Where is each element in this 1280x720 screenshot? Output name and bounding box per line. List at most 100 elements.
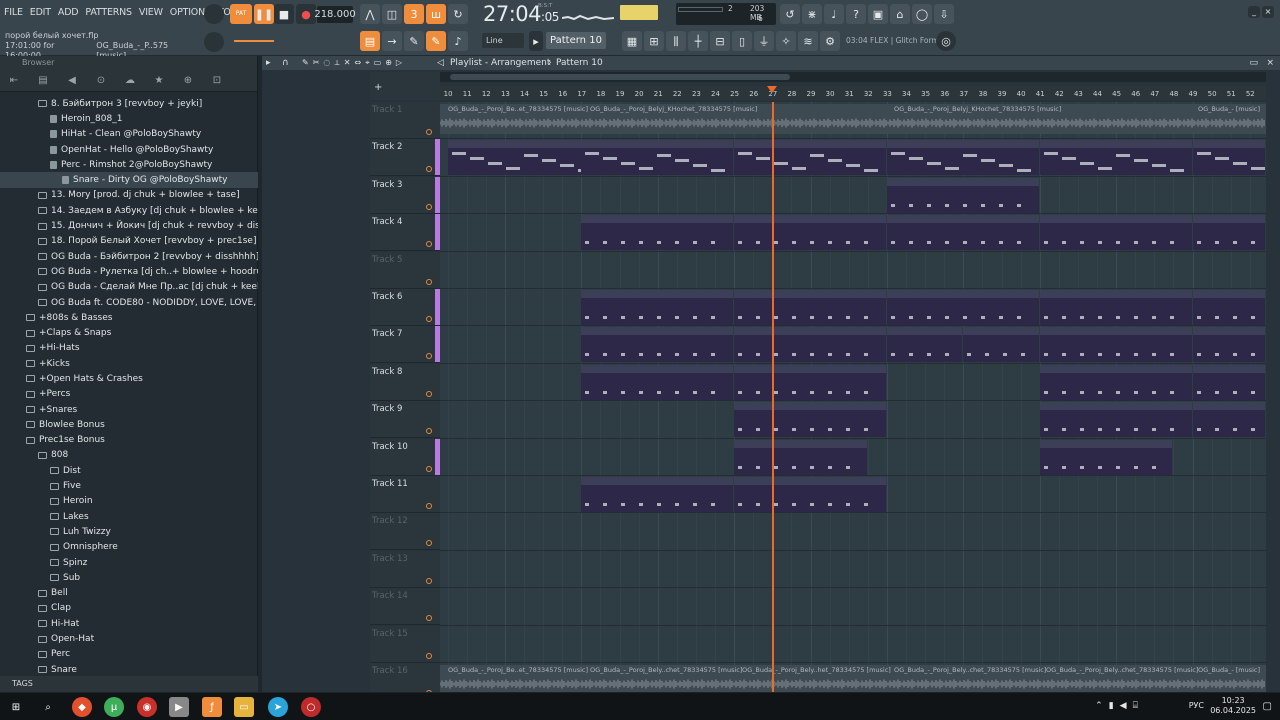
pattern-clip[interactable]: Pattern 3 bbox=[1192, 140, 1265, 176]
browser-item[interactable]: 18. Порой Белый Хочет [revvboy + prec1se… bbox=[0, 234, 258, 249]
fl-studio-icon[interactable]: ƒ bbox=[202, 697, 222, 717]
plug-icon[interactable]: ⏚ bbox=[754, 31, 774, 51]
track-mute-icon[interactable] bbox=[426, 615, 432, 622]
pattern-clip[interactable]: Pattern 10 bbox=[734, 439, 867, 475]
browser-item[interactable]: 808 bbox=[0, 448, 258, 463]
folder-icon[interactable]: ▤ bbox=[33, 75, 53, 86]
timeline-ruler[interactable]: 10 11 12 13 14 15 16 17 18 19 20 21 22 23 24 25 26 27 28 29… bbox=[440, 86, 1266, 100]
browser-item[interactable]: Heroin_808_1 bbox=[0, 111, 258, 126]
pattern-clip[interactable]: Pattern 3 bbox=[734, 140, 886, 176]
pattern-clip[interactable]: Pattern 6 bbox=[1039, 364, 1192, 400]
metronome-icon[interactable]: ⋀ bbox=[360, 4, 380, 24]
browser-item[interactable]: Open-Hat bbox=[0, 631, 258, 646]
speaker-icon[interactable]: ◀ bbox=[62, 75, 82, 86]
browser-item[interactable]: Clap bbox=[0, 601, 258, 616]
step-icon[interactable]: ш bbox=[426, 4, 446, 24]
track-mute-icon[interactable] bbox=[426, 540, 432, 547]
track-mute-icon[interactable] bbox=[426, 278, 432, 285]
browser-item[interactable]: Lakes bbox=[0, 509, 258, 524]
track-mute-icon[interactable] bbox=[426, 503, 432, 509]
audio-clip-row[interactable]: OG_Buda_-_Poroj_Be..et_78334575 [music] O… bbox=[440, 104, 1266, 134]
telegram-icon[interactable]: ➤ bbox=[268, 697, 288, 717]
browser-item[interactable]: Omnisphere bbox=[0, 540, 258, 555]
mixer-icon[interactable]: ⋇ bbox=[802, 4, 822, 24]
file-explorer-icon[interactable]: ▭ bbox=[234, 697, 254, 717]
browser-item[interactable]: 13. Mory [prod. dj chuk + blowlee + tase… bbox=[0, 188, 258, 203]
star-icon[interactable]: ★ bbox=[149, 75, 169, 86]
pattern-clip[interactable]: Pattern 9 bbox=[734, 477, 886, 512]
tags-bar[interactable]: TAGS bbox=[0, 676, 258, 692]
channel-rack-icon[interactable]: ⊞ bbox=[644, 31, 664, 51]
menu-view[interactable]: VIEW bbox=[139, 7, 163, 18]
browse-icon[interactable]: ⊡ bbox=[207, 75, 227, 86]
track-header[interactable]: Track 13 bbox=[370, 550, 440, 588]
pattern-clip[interactable]: Pattern 4 bbox=[734, 290, 886, 325]
menu-arrow-icon[interactable]: ▸ bbox=[266, 56, 271, 70]
browser-item[interactable]: Hi-Hat bbox=[0, 616, 258, 631]
menu-patterns[interactable]: PATTERNS bbox=[85, 7, 132, 18]
browser-item[interactable]: OG Buda ft. CODE80 - NODIDDY, LOVE, LOVE… bbox=[0, 295, 258, 310]
maximize-icon[interactable]: ▭ bbox=[1249, 56, 1258, 70]
playlist-icon[interactable]: ▦ bbox=[622, 31, 642, 51]
tray-icons[interactable]: ⌃▮◀⌸ bbox=[1095, 701, 1144, 711]
browser-item[interactable]: HiHat - Clean @PoloBoyShawty bbox=[0, 127, 258, 142]
close-icon[interactable]: × bbox=[1266, 56, 1274, 70]
master-volume-knob[interactable] bbox=[204, 4, 224, 24]
master-pitch-slider[interactable] bbox=[234, 40, 274, 42]
browser-icon[interactable]: ⊟ bbox=[710, 31, 730, 51]
pattern-clip[interactable]: Pattern 2 bbox=[1039, 215, 1192, 251]
brush-icon[interactable]: ✎ bbox=[426, 31, 446, 51]
tempo-display[interactable]: 218.000 bbox=[314, 6, 356, 23]
track-header[interactable]: Track 1 bbox=[370, 102, 440, 139]
browser-item[interactable]: Dist bbox=[0, 463, 258, 478]
globe-icon[interactable]: ◎ bbox=[936, 31, 956, 51]
pattern-clip[interactable]: Pattern 4 bbox=[1192, 290, 1265, 325]
pattern-clip[interactable]: Pattern 9 bbox=[1192, 402, 1265, 438]
pattern-clip[interactable]: Pattern 7 bbox=[886, 327, 963, 363]
prev-pattern-icon[interactable]: ▸ bbox=[529, 31, 543, 51]
menu-edit[interactable]: EDIT bbox=[30, 7, 51, 18]
browser-item[interactable]: 8. Бэйбитрон 3 [revvboy + jeyki] bbox=[0, 96, 258, 111]
track-mute-icon[interactable] bbox=[426, 353, 432, 360]
track-header[interactable]: Track 6 bbox=[370, 289, 440, 326]
mixer-view-icon[interactable]: ⫼ bbox=[666, 31, 686, 51]
arrangement-grid[interactable]: OG_Buda_-_Poroj_Be..et_78334575 [music] O… bbox=[440, 102, 1266, 692]
browser-item[interactable]: Bell bbox=[0, 586, 258, 601]
browser-item[interactable]: OG Buda - Рулетка [dj ch..+ blowlee + ho… bbox=[0, 264, 258, 279]
pattern-clip[interactable]: Pattern 5 bbox=[1039, 327, 1192, 363]
track-mute-icon[interactable] bbox=[426, 316, 432, 322]
plugin-icon[interactable]: ⌂ bbox=[890, 4, 910, 24]
browser-item[interactable]: Spinz bbox=[0, 555, 258, 570]
browser-item[interactable]: +808s & Basses bbox=[0, 310, 258, 325]
track-header[interactable]: Track 8 bbox=[370, 363, 440, 401]
track-mute-icon[interactable] bbox=[426, 203, 432, 210]
pattern-clip[interactable]: Pattern 2 bbox=[1192, 215, 1265, 251]
pattern-clip[interactable]: Pattern 4 bbox=[886, 290, 1039, 325]
cloud-icon[interactable]: ☁ bbox=[120, 75, 140, 86]
pattern-selector[interactable]: Pattern 10 bbox=[546, 32, 606, 49]
pattern-clip[interactable]: Pattern 5 bbox=[734, 327, 886, 363]
piano-roll-icon[interactable]: ▤ bbox=[360, 31, 380, 51]
pattern-clip[interactable]: Pattern 3 bbox=[447, 140, 600, 176]
brave-browser-icon[interactable]: ◆ bbox=[72, 697, 92, 717]
browser-item[interactable]: Sub bbox=[0, 570, 258, 585]
track-mute-icon[interactable] bbox=[426, 166, 432, 173]
pattern-clip[interactable]: Pattern 8 bbox=[886, 177, 1039, 213]
track-mute-icon[interactable] bbox=[426, 129, 432, 135]
magnet-icon[interactable]: ∩ bbox=[282, 56, 289, 70]
countdown-icon[interactable]: 3 bbox=[404, 4, 424, 24]
browser-item[interactable]: OG Buda - Бэйбитрон 2 [revvboy + disshhh… bbox=[0, 249, 258, 264]
pattern-clip[interactable]: Pattern 9 bbox=[734, 402, 886, 438]
pattern-clip[interactable]: Pattern 2 bbox=[581, 215, 734, 251]
cable-icon[interactable]: ≋ bbox=[798, 31, 818, 51]
pattern-clip[interactable]: Pattern 9 bbox=[581, 477, 734, 512]
browser-item[interactable]: Blowlee Bonus bbox=[0, 417, 258, 432]
add-track-icon[interactable]: + bbox=[374, 82, 382, 93]
record-icon[interactable]: ● bbox=[296, 4, 316, 24]
horizontal-scrollbar[interactable] bbox=[440, 72, 1266, 82]
pattern-clip[interactable]: Pattern 5 bbox=[1192, 327, 1265, 363]
pattern-clip[interactable]: Pattern 7 bbox=[963, 327, 1039, 363]
pencil-icon[interactable]: ✎ bbox=[404, 31, 424, 51]
file-icon[interactable]: ▯ bbox=[732, 31, 752, 51]
pattern-clip[interactable]: Pattern 2 bbox=[734, 215, 886, 251]
